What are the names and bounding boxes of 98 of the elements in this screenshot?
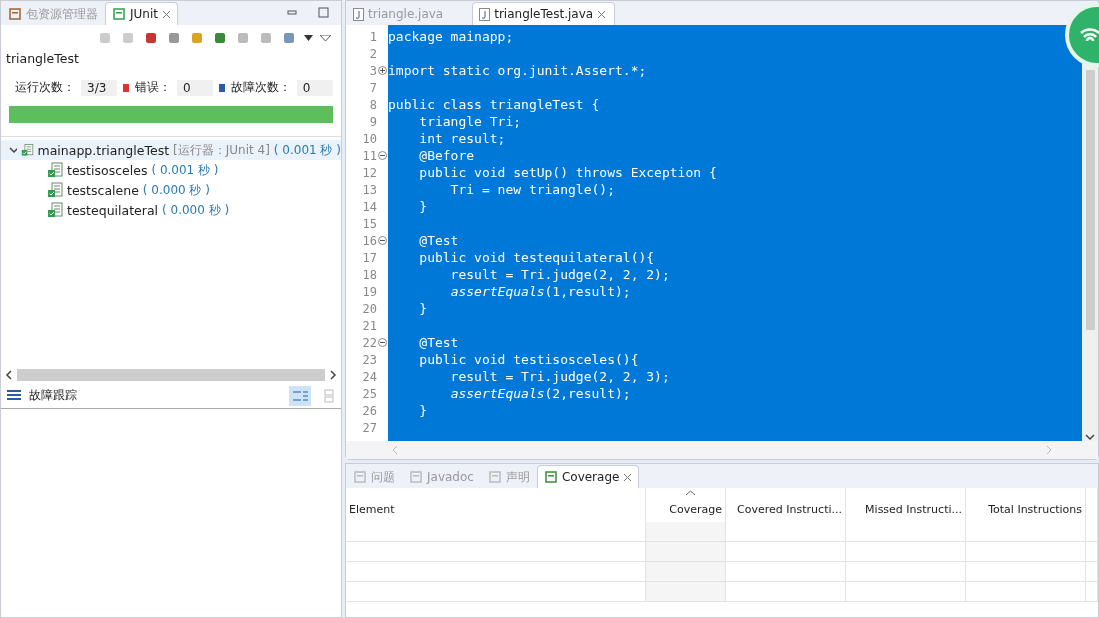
- counter-label: 运行次数：: [15, 79, 75, 96]
- line-number: 3: [368, 63, 377, 78]
- minimize-icon[interactable]: [287, 8, 297, 18]
- code-line: @Test: [418, 232, 459, 249]
- code-line: int result;: [418, 130, 506, 147]
- close-icon[interactable]: [623, 472, 633, 482]
- view-icon: [543, 470, 558, 484]
- editor-tab[interactable]: triangleTest.java: [472, 2, 616, 25]
- line-number: 24: [361, 369, 377, 384]
- code-line: import static org.junit.Assert.*;: [388, 62, 647, 79]
- test-name: testequilateral: [67, 202, 159, 218]
- test-passed-icon: [20, 142, 34, 158]
- java-file-icon: [479, 7, 491, 21]
- failure-icon: [219, 83, 225, 92]
- close-icon[interactable]: [161, 9, 171, 19]
- line-number: 17: [361, 250, 377, 265]
- counter-label: 错误：: [134, 79, 171, 96]
- code-line: }: [418, 300, 428, 317]
- line-number: 22: [361, 335, 377, 350]
- line-number: 9: [368, 114, 377, 129]
- line-number: 13: [361, 182, 377, 197]
- collapse-icon[interactable]: [378, 236, 387, 245]
- line-number: 8: [368, 97, 377, 112]
- counter-value: 0: [176, 79, 214, 96]
- stack-trace-icon: [7, 390, 21, 401]
- test-time: ( 0.001 秒 ): [151, 161, 219, 179]
- line-number: 14: [361, 199, 377, 214]
- chevron-icon[interactable]: [9, 145, 17, 155]
- counter-value: 3/3: [81, 79, 118, 96]
- dropdown-caret-icon[interactable]: [304, 35, 313, 41]
- line-number: 16: [361, 233, 377, 248]
- filter-trace-icon[interactable]: [289, 385, 311, 406]
- code-line: public void setUp() throws Exception {: [418, 164, 717, 181]
- code-line: package mainapp;: [388, 28, 514, 45]
- expand-icon[interactable]: [378, 66, 387, 75]
- line-number: 2: [368, 46, 377, 61]
- line-number: 15: [361, 216, 377, 231]
- code-line: result = Tri.judge(2, 2, 2);: [449, 266, 670, 283]
- test-time: ( 0.001 秒 ): [273, 141, 341, 159]
- counter-value: 0: [296, 79, 333, 96]
- collapse-icon[interactable]: [378, 338, 387, 347]
- line-number: 7: [368, 80, 377, 95]
- test-class-name: triangleTest: [5, 51, 80, 68]
- line-number: 10: [361, 131, 377, 146]
- code-line: }: [418, 198, 428, 215]
- line-number: 23: [361, 352, 377, 367]
- view-tab[interactable]: Coverage: [536, 465, 640, 488]
- maximize-icon[interactable]: [318, 7, 329, 18]
- code-line: }: [418, 402, 428, 419]
- code-line: result = Tri.judge(2, 2, 3);: [449, 368, 670, 385]
- view-menu-icon[interactable]: [320, 34, 331, 42]
- code-line: Tri = new triangle();: [449, 181, 615, 198]
- line-number: 1: [368, 29, 377, 44]
- test-name: testscalene: [67, 182, 139, 198]
- code-line: assertEquals(2,result);: [449, 385, 631, 402]
- test-row[interactable]: testequilateral ( 0.000 秒 ): [1, 200, 341, 220]
- counter-label: 故障次数：: [230, 79, 291, 96]
- scroll-left-icon[interactable]: [5, 369, 13, 380]
- code-line: triangle Tri;: [418, 113, 522, 130]
- scrollbar-thumb[interactable]: [1085, 70, 1095, 330]
- runner-label: [运行器：JUnit 4]: [173, 141, 270, 159]
- line-number: 19: [361, 284, 377, 299]
- line-number: 25: [361, 386, 377, 401]
- test-passed-icon: [47, 202, 63, 218]
- line-number: 18: [361, 267, 377, 282]
- close-icon[interactable]: [597, 9, 607, 19]
- code-line: public class triangleTest {: [388, 96, 600, 113]
- failure-trace-title: 故障跟踪: [29, 387, 78, 404]
- view-icon: [487, 470, 502, 484]
- line-number: 21: [361, 318, 377, 333]
- test-suite-row[interactable]: mainapp.triangleTest [运行器：JUnit 4] ( 0.001 秒 ): [1, 140, 341, 160]
- line-number: 12: [361, 165, 377, 180]
- sort-icon: [685, 490, 695, 495]
- scroll-down-icon[interactable]: [1085, 433, 1095, 441]
- line-number: 27: [361, 420, 377, 435]
- suite-name: mainapp.triangleTest: [37, 142, 170, 158]
- collapse-icon[interactable]: [378, 151, 387, 160]
- error-icon: [123, 83, 129, 92]
- view-icon: [409, 470, 423, 484]
- test-time: ( 0.000 秒 ): [162, 201, 230, 219]
- code-line: public void testequilateral(){: [418, 249, 655, 266]
- line-number: 20: [361, 301, 377, 316]
- code-line: @Test: [418, 334, 459, 351]
- view-tab[interactable]: JUnit: [105, 2, 178, 25]
- code-line: assertEquals(1,result);: [449, 283, 631, 300]
- test-row[interactable]: testisosceles ( 0.001 秒 ): [1, 160, 341, 180]
- test-passed-icon: [47, 182, 63, 198]
- line-number: 11: [361, 148, 377, 163]
- code-line: public void testisosceles(){: [418, 351, 639, 368]
- view-icon: [353, 470, 367, 484]
- test-row[interactable]: testscalene ( 0.000 秒 ): [1, 180, 341, 200]
- test-time: ( 0.000 秒 ): [142, 181, 210, 199]
- java-file-icon: [353, 7, 364, 21]
- scroll-right-icon[interactable]: [329, 369, 337, 380]
- line-number: 26: [361, 403, 377, 418]
- code-line: @Before: [418, 147, 475, 164]
- test-name: testisosceles: [67, 162, 148, 178]
- test-passed-icon: [47, 162, 63, 178]
